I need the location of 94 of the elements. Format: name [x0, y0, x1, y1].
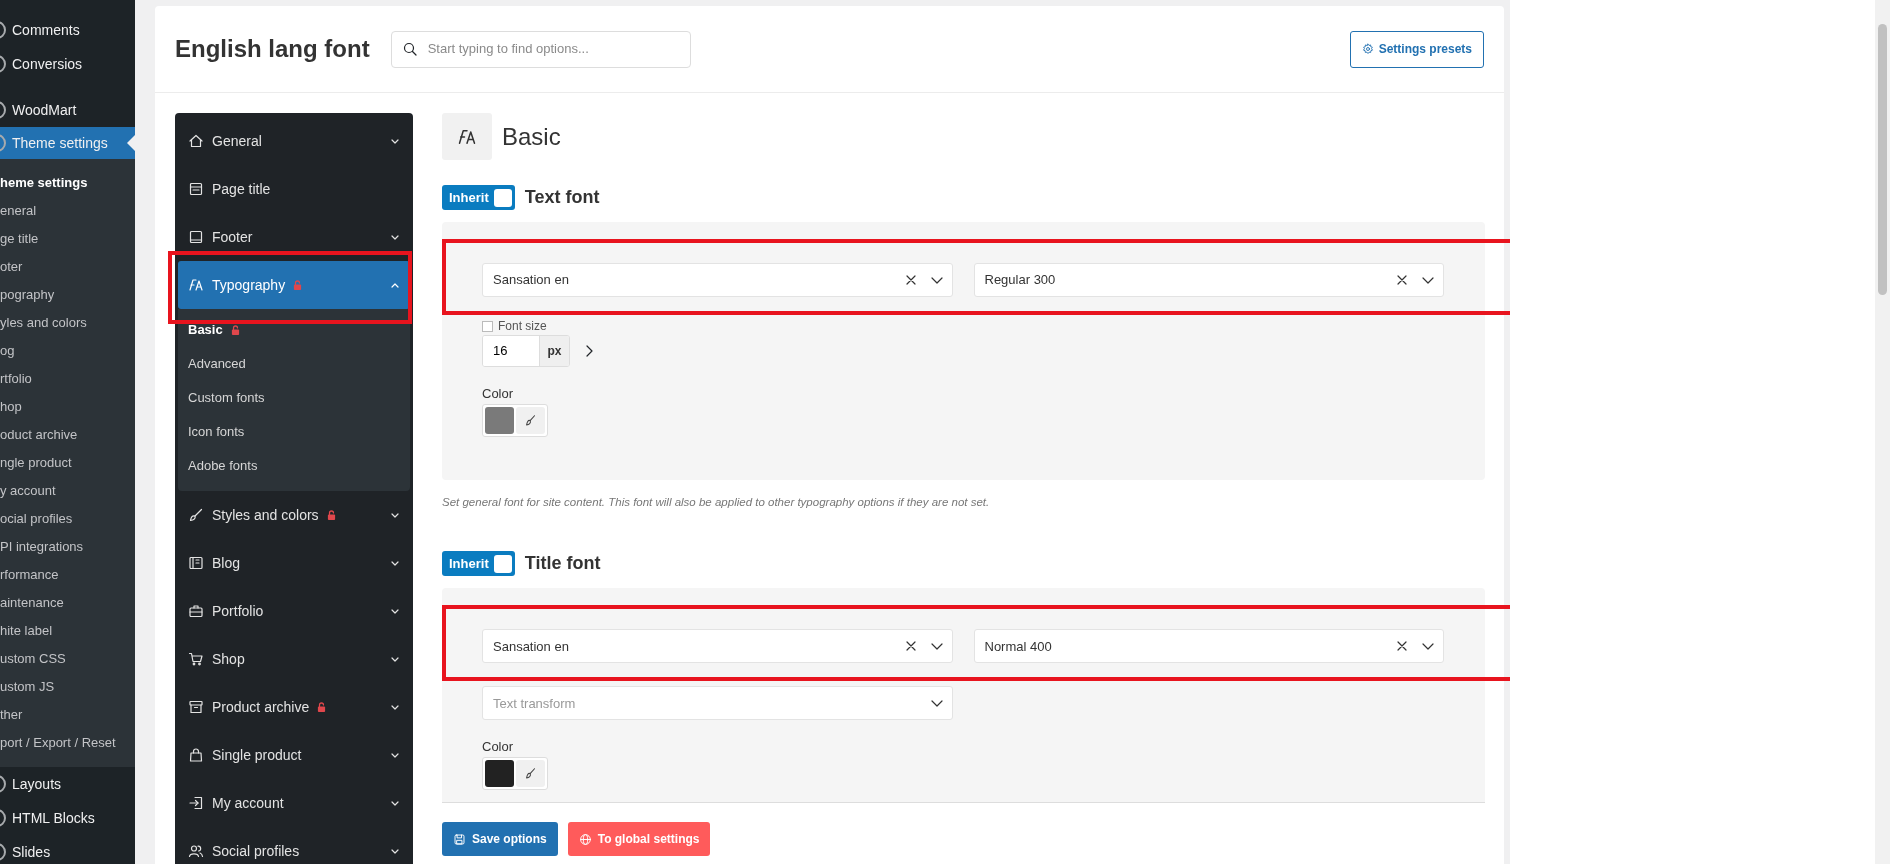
admin-menu-item[interactable]: Theme settings [0, 127, 135, 159]
scrollbar[interactable] [1875, 0, 1890, 864]
admin-submenu-item[interactable]: ustom JS [0, 673, 135, 701]
typography-icon [188, 277, 204, 293]
font-size-input-group[interactable]: 16 px [482, 335, 570, 367]
admin-submenu-item[interactable]: yles and colors [0, 309, 135, 337]
search-icon [401, 41, 418, 57]
color-picker-button[interactable] [516, 760, 545, 788]
settings-nav-item[interactable]: Blog [178, 539, 410, 587]
settings-submenu-item[interactable]: Basic [178, 313, 410, 347]
settings-submenu-item[interactable]: Advanced [178, 347, 410, 381]
admin-submenu-item[interactable]: rtfolio [0, 365, 135, 393]
lock-icon [230, 324, 240, 336]
inherit-toggle[interactable]: Inherit [442, 185, 515, 210]
settings-nav-item[interactable]: Shop [178, 635, 410, 683]
field-label: Color [482, 387, 515, 401]
settings-nav-item[interactable]: Typography [178, 261, 410, 309]
globe-icon [578, 832, 592, 846]
sign-in-icon [188, 795, 204, 811]
cart-icon [188, 651, 204, 667]
settings-icon [1361, 43, 1374, 55]
color-swatch[interactable] [485, 407, 514, 434]
unit-label: px [539, 336, 569, 366]
admin-submenu-item[interactable]: rformance [0, 561, 135, 589]
admin-menu-item[interactable]: Comments [0, 13, 135, 47]
page-title: English lang font [175, 34, 370, 64]
admin-submenu-item[interactable]: ther [0, 701, 135, 729]
settings-nav-item[interactable]: My account [178, 779, 410, 827]
settings-presets-button[interactable]: Settings presets [1349, 30, 1484, 68]
admin-submenu-item[interactable]: oter [0, 253, 135, 281]
checkbox[interactable] [482, 320, 493, 332]
field-description: Set general font for site content. This font will also be applied to other typography options if they are not set. [442, 495, 991, 510]
archive-icon [188, 699, 204, 715]
checkbox-label: Font size [498, 318, 547, 335]
admin-submenu-item[interactable]: hite label [0, 617, 135, 645]
admin-menu-item[interactable]: HTML Blocks [0, 801, 135, 835]
field-label: Color [482, 740, 515, 755]
font-family-select[interactable]: Sansation en [482, 263, 953, 297]
settings-nav-item[interactable]: Footer [178, 213, 410, 261]
scrollbar-thumb[interactable] [1878, 24, 1887, 295]
brush-icon [188, 507, 204, 523]
settings-submenu-item[interactable]: Adobe fonts [178, 449, 410, 483]
settings-nav-item[interactable]: Page title [178, 165, 410, 213]
settings-nav-item[interactable]: Product archive [178, 683, 410, 731]
section-title: Basic [502, 121, 561, 152]
settings-nav-item[interactable]: Styles and colors [178, 491, 410, 539]
window-icon [188, 181, 204, 197]
save-button[interactable]: Save options [442, 822, 558, 857]
admin-submenu-item[interactable]: port / Export / Reset [0, 729, 135, 757]
lock-icon [293, 279, 303, 291]
admin-submenu-item[interactable]: ustom CSS [0, 645, 135, 673]
admin-menu-item[interactable]: Slides [0, 835, 135, 864]
search-box[interactable]: Start typing to find options... [390, 30, 691, 68]
admin-submenu-item[interactable]: y account [0, 477, 135, 505]
lock-icon [326, 509, 336, 521]
inherit-toggle[interactable]: Inherit [442, 551, 515, 577]
admin-submenu-item[interactable]: PI integrations [0, 533, 135, 561]
admin-submenu-item[interactable]: aintenance [0, 589, 135, 617]
admin-submenu-item[interactable]: heme settings [0, 169, 135, 197]
admin-submenu-item[interactable]: ocial profiles [0, 505, 135, 533]
settings-nav-item[interactable]: Social profiles [178, 827, 410, 864]
admin-menu-item[interactable]: WoodMart [0, 93, 135, 127]
settings-nav-item[interactable]: Single product [178, 731, 410, 779]
brush-icon [523, 413, 538, 428]
admin-submenu-item[interactable]: eneral [0, 197, 135, 225]
briefcase-icon [188, 603, 204, 619]
admin-submenu-item[interactable]: ge title [0, 225, 135, 253]
settings-submenu-item[interactable]: Custom fonts [178, 381, 410, 415]
bag-icon [188, 747, 204, 763]
settings-nav-item[interactable]: Portfolio [178, 587, 410, 635]
footer-icon [188, 229, 204, 245]
admin-menu-item[interactable]: Layouts [0, 767, 135, 801]
clear-icon [1395, 273, 1409, 287]
admin-submenu-item[interactable]: oduct archive [0, 421, 135, 449]
font-weight-select[interactable]: Regular 300 [973, 263, 1444, 297]
admin-submenu-item[interactable]: pography [0, 281, 135, 309]
admin-submenu-item[interactable]: og [0, 337, 135, 365]
lock-icon [317, 701, 327, 713]
admin-menu-item[interactable]: Conversios [0, 47, 135, 81]
color-swatch[interactable] [485, 760, 514, 788]
settings-submenu-item[interactable]: Icon fonts [178, 415, 410, 449]
people-icon [188, 843, 204, 859]
book-icon [188, 555, 204, 571]
field-label: Text font [524, 186, 600, 209]
admin-submenu-item[interactable]: ngle product [0, 449, 135, 477]
brush-icon [523, 766, 538, 781]
color-picker-button[interactable] [516, 407, 545, 434]
field-label: Title font [524, 552, 601, 576]
settings-nav-item[interactable]: General [178, 117, 410, 165]
font-weight-select[interactable]: Normal 400 [973, 629, 1444, 664]
font-family-select[interactable]: Sansation en [482, 629, 953, 664]
home-icon [188, 133, 204, 149]
admin-submenu-item[interactable]: hop [0, 393, 135, 421]
save-icon [453, 832, 466, 846]
